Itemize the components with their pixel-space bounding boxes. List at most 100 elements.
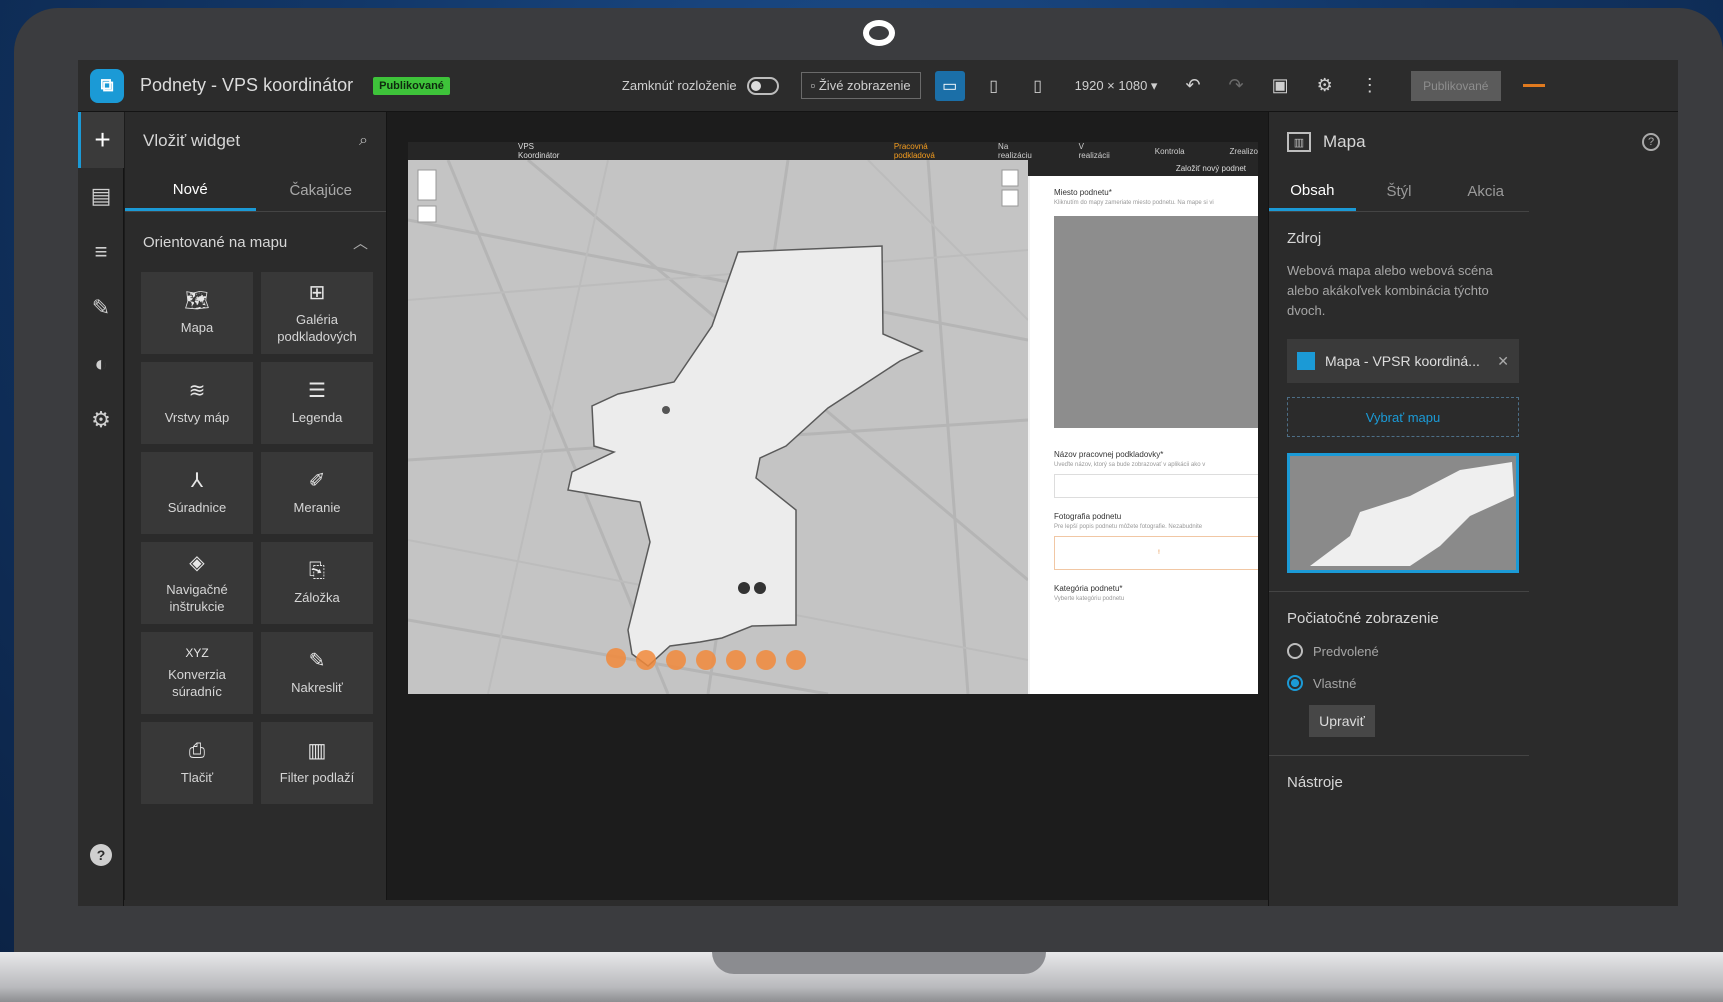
widget-measure[interactable]: ✐ Meranie (261, 452, 373, 534)
app-title: Podnety - VPS koordinátor (140, 75, 354, 95)
widget-label: Konverzia súradníc (168, 667, 226, 699)
radio-custom[interactable] (1287, 675, 1303, 692)
data-icon[interactable]: ≡ (78, 224, 124, 280)
settings-header: ▥ Mapa ? (1269, 112, 1678, 172)
widget-map[interactable]: 🗺 Mapa (141, 272, 253, 354)
widget-label: Filter podlaží (279, 770, 355, 786)
map-widget-icon: ▥ (1287, 132, 1311, 152)
widget-label: Navigačné inštrukcie (166, 582, 228, 614)
form-name-input[interactable] (1054, 474, 1258, 498)
theme-icon[interactable]: ◐ (78, 336, 124, 392)
design-canvas: VPS Koordinátor Pracovná podkladová Na r… (388, 112, 1268, 906)
tools-label[interactable]: Nástroje (1287, 774, 1660, 791)
preview-gear-icon[interactable]: ⚙ (1317, 75, 1333, 96)
source-description: Webová mapa alebo webová scéna alebo aká… (1287, 263, 1493, 319)
tab-content[interactable]: Obsah (1269, 172, 1356, 211)
option-default[interactable]: Predvolené (1287, 643, 1660, 660)
widget-print[interactable]: ⎙ Tlačiť (141, 722, 253, 804)
tab-action[interactable]: Akcia (1442, 172, 1529, 211)
selected-map-chip[interactable]: Mapa - VPSR koordiná... ✕ (1287, 339, 1519, 384)
section-header[interactable]: Orientované na mapu ︿ (125, 212, 386, 272)
xyz-icon: XYZ (185, 646, 209, 661)
legend-icon: ☰ (308, 380, 326, 403)
redo-icon[interactable]: ↷ (1229, 75, 1244, 96)
map-icon: 🗺 (184, 290, 210, 313)
widget-coordinate-conversion[interactable]: XYZ Konverzia súradníc (141, 632, 253, 714)
source-section: Zdroj Webová mapa alebo webová scéna ale… (1269, 230, 1678, 574)
widget-label: Tlačiť (180, 770, 214, 786)
directions-icon: ◈ (189, 552, 205, 575)
widget-basemap-gallery[interactable]: ⊞ Galéria podkladových (261, 272, 373, 354)
selected-map-name: Mapa - VPSR koordiná... (1325, 353, 1480, 370)
resolution-dropdown[interactable]: 1920 × 1080 ▾ (1075, 78, 1158, 94)
radio-default[interactable] (1287, 643, 1303, 660)
left-rail: + ▤ ≡ ✎ ◐ ⚙ ? (78, 112, 124, 906)
tab-new[interactable]: Nové (125, 170, 256, 211)
widget-label: Legenda (291, 410, 343, 426)
preview-app[interactable]: VPS Koordinátor Pracovná podkladová Na r… (408, 142, 1258, 694)
lock-layout-toggle[interactable] (746, 76, 779, 95)
map-thumbnail[interactable] (1287, 453, 1519, 574)
widget-label: Mapa (180, 320, 214, 336)
form-mini-map[interactable] (1054, 216, 1258, 428)
nav-item[interactable]: Na realizáciu (998, 142, 1034, 160)
lock-layout-label: Zamknúť rozloženie (621, 78, 737, 93)
top-toolbar: ⧉ Podnety - VPS koordinátor Publikované … (78, 60, 1678, 112)
widget-floor-filter[interactable]: ▥ Filter podlaží (261, 722, 373, 804)
save-icon[interactable]: ▣ (1272, 75, 1289, 96)
floor-filter-icon: ▥ (307, 740, 327, 763)
form-category-label: Kategória podnetu* (1054, 584, 1123, 593)
page-icon[interactable]: ▤ (78, 168, 124, 224)
insert-widget-panel: Vložiť widget ⌕ Nové Čakajúce Orientovan… (125, 112, 387, 906)
edit-button[interactable]: Upraviť (1309, 705, 1375, 738)
live-view-button[interactable]: ▫ Živé zobrazenie (800, 72, 921, 99)
undo-icon[interactable]: ↶ (1185, 75, 1200, 96)
initial-view-section: Počiatočné zobrazenie Predvolené Vlastné… (1269, 610, 1678, 738)
tab-pending[interactable]: Čakajúce (256, 170, 387, 211)
search-icon[interactable]: ⌕ (359, 132, 368, 150)
phone-device-icon[interactable]: ▯ (1023, 71, 1053, 101)
canvas-status-bar (124, 900, 1268, 906)
orange-indicator (1522, 84, 1545, 87)
nav-item[interactable]: V realizácii (1079, 142, 1110, 160)
initial-view-label: Počiatočné zobrazenie (1287, 610, 1439, 628)
form-category-hint: Vyberte kategóriu podnetu (1054, 596, 1125, 602)
live-view-label: Živé zobrazenie (818, 78, 911, 93)
preview-map[interactable] (408, 158, 1029, 694)
screen: ⧉ Podnety - VPS koordinátor Publikované … (78, 60, 1678, 906)
nav-item[interactable]: Kontrola (1155, 147, 1185, 156)
widget-directions[interactable]: ◈ Navigačné inštrukcie (141, 542, 253, 624)
option-custom[interactable]: Vlastné (1287, 675, 1660, 692)
option-label: Vlastné (1313, 675, 1357, 691)
chevron-up-icon[interactable]: ︿ (353, 232, 368, 253)
more-icon[interactable]: ⋮ (1361, 75, 1379, 96)
settings-icon[interactable]: ⚙ (78, 392, 124, 448)
publish-button[interactable]: Publikované (1410, 70, 1501, 101)
bookmark-icon: ⎘ (309, 560, 325, 583)
form-photo-warning[interactable]: ! (1054, 536, 1258, 570)
widget-coordinates[interactable]: ⅄ Súradnice (141, 452, 253, 534)
tools-icon[interactable]: ✎ (78, 280, 124, 336)
resolution-value: 1920 × 1080 (1074, 77, 1148, 93)
print-icon: ⎙ (189, 740, 205, 763)
widget-label: Súradnice (167, 500, 227, 516)
form-place-label: Miesto podnetu* (1054, 188, 1112, 197)
help-icon[interactable]: ? (90, 844, 112, 866)
tablet-device-icon[interactable]: ▯ (979, 71, 1009, 101)
add-widget-icon[interactable]: + (78, 112, 124, 168)
widget-legend[interactable]: ☰ Legenda (261, 362, 373, 444)
widget-map-layers[interactable]: ≋ Vrstvy máp (141, 362, 253, 444)
tools-section: Nástroje (1269, 774, 1678, 791)
nav-item-active[interactable]: Pracovná podkladová (894, 142, 953, 160)
widget-draw[interactable]: ✎ Nakresliť (261, 632, 373, 714)
form-place-hint: Kliknutím do mapy zameriate miesto podne… (1054, 200, 1214, 206)
widget-bookmark[interactable]: ⎘ Záložka (261, 542, 373, 624)
preview-app-title: VPS Koordinátor (518, 142, 560, 160)
form-photo-hint: Pre lepší popis podnetu môžete fotografi… (1054, 524, 1203, 530)
help-icon[interactable]: ? (1642, 133, 1660, 151)
close-icon[interactable]: ✕ (1497, 353, 1509, 370)
desktop-device-icon[interactable]: ▭ (934, 70, 965, 101)
select-map-button[interactable]: Vybrať mapu (1287, 397, 1519, 438)
tab-style[interactable]: Štýl (1356, 172, 1443, 211)
nav-item[interactable]: Zrealizo (1230, 147, 1258, 156)
